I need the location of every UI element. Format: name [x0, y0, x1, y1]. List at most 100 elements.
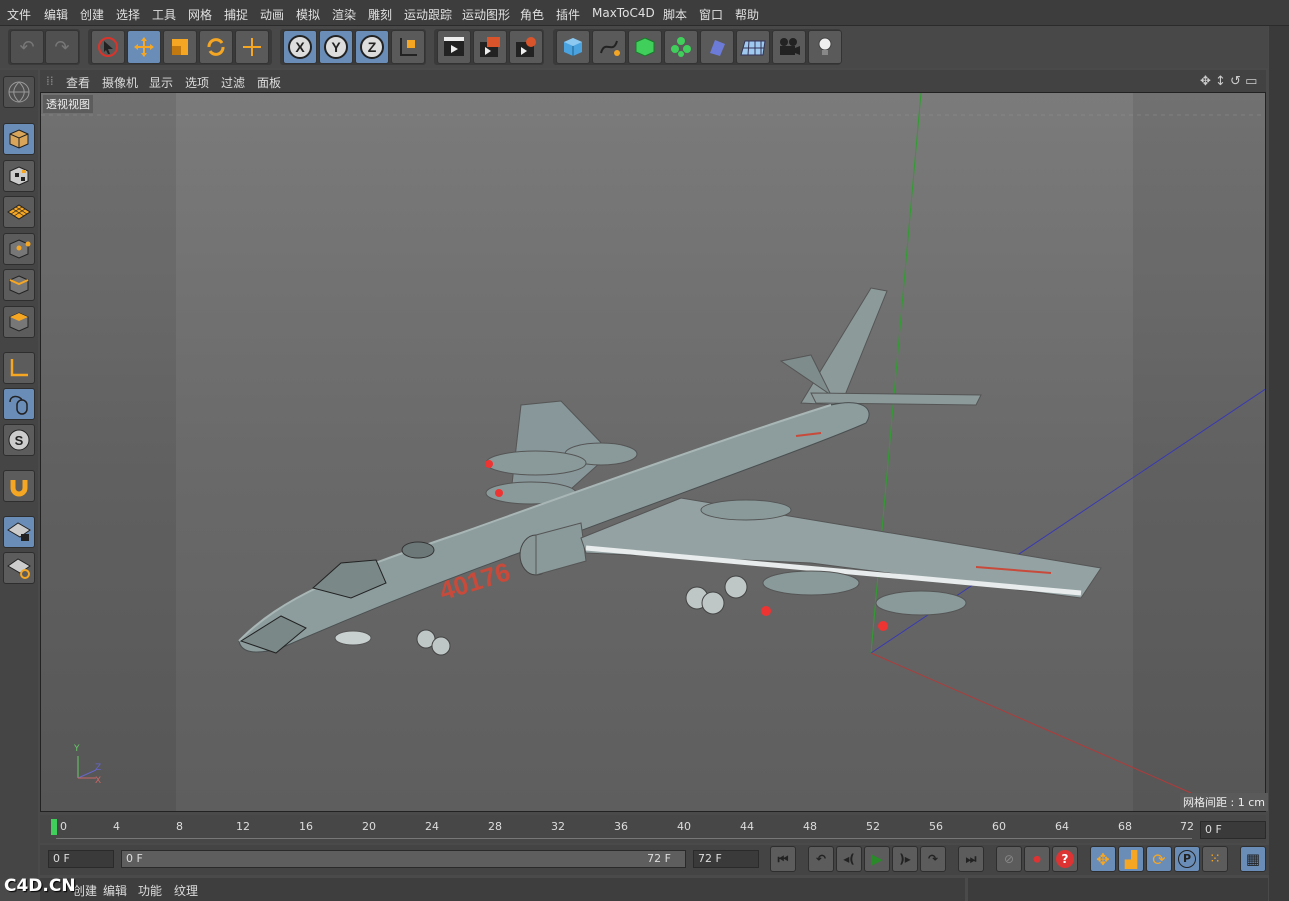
- menu-script[interactable]: 脚本: [663, 6, 687, 23]
- redo-button[interactable]: ↷: [45, 30, 79, 64]
- add-cube-button[interactable]: [556, 30, 590, 64]
- prev-key-icon: ↶: [815, 852, 827, 866]
- make-editable-button[interactable]: [3, 76, 35, 108]
- right-panel-strip[interactable]: [1269, 26, 1289, 901]
- key-scale-button[interactable]: ▟: [1118, 846, 1144, 872]
- menu-sculpt[interactable]: 雕刻: [368, 6, 392, 23]
- points-mode-button[interactable]: [3, 233, 35, 265]
- x-axis-button[interactable]: X: [283, 30, 317, 64]
- menu-edit[interactable]: 编辑: [44, 6, 68, 23]
- menu-mograph[interactable]: 运动图形: [462, 6, 510, 23]
- record-keys-button[interactable]: ⊘: [996, 846, 1022, 872]
- go-to-end-button[interactable]: ⏭: [958, 846, 984, 872]
- lock-workplane-button[interactable]: [3, 516, 35, 548]
- skip-end-icon: ⏭: [965, 851, 977, 866]
- timeline-window-button[interactable]: ▦: [1240, 846, 1266, 872]
- menu-tools[interactable]: 工具: [152, 6, 176, 23]
- viewport-menu-filter[interactable]: 过滤: [221, 74, 245, 91]
- next-key-button[interactable]: ↷: [920, 846, 946, 872]
- rotate-tool-button[interactable]: [199, 30, 233, 64]
- material-menu-edit[interactable]: 编辑: [103, 882, 127, 899]
- menu-select[interactable]: 选择: [116, 6, 140, 23]
- polygons-mode-button[interactable]: [3, 306, 35, 338]
- redo-icon: ↷: [54, 36, 70, 58]
- material-menu-function[interactable]: 功能: [138, 882, 162, 899]
- menu-character[interactable]: 角色: [520, 6, 544, 23]
- select-tool-button[interactable]: [91, 30, 125, 64]
- add-mograph-button[interactable]: [664, 30, 698, 64]
- menu-create[interactable]: 创建: [80, 6, 104, 23]
- add-generator-button[interactable]: [628, 30, 662, 64]
- add-camera-button[interactable]: [772, 30, 806, 64]
- menu-snap[interactable]: 捕捉: [224, 6, 248, 23]
- undo-button[interactable]: ↶: [10, 30, 44, 64]
- next-frame-button[interactable]: )▸: [892, 846, 918, 872]
- scale-tool-button[interactable]: [163, 30, 197, 64]
- y-axis-button[interactable]: Y: [319, 30, 353, 64]
- perspective-viewport[interactable]: 40176: [40, 92, 1266, 812]
- viewport-menu-panel[interactable]: 面板: [257, 74, 281, 91]
- preview-end-field[interactable]: 72 F: [693, 850, 759, 868]
- autokey-button[interactable]: ⏺: [1024, 846, 1050, 872]
- viewport-menu-grip-icon[interactable]: ⁞⁞: [46, 74, 54, 88]
- snap-button[interactable]: [3, 470, 35, 502]
- material-menu-create[interactable]: 创建: [73, 882, 97, 899]
- align-workplane-button[interactable]: [3, 552, 35, 584]
- preview-range-slider[interactable]: 0 F 72 F: [121, 850, 686, 868]
- viewport-menu-options[interactable]: 选项: [185, 74, 209, 91]
- render-settings-button[interactable]: [509, 30, 543, 64]
- current-frame-field[interactable]: 0 F: [1200, 821, 1266, 839]
- tweak-mode-button[interactable]: [3, 388, 35, 420]
- add-light-button[interactable]: [808, 30, 842, 64]
- menu-simulate[interactable]: 模拟: [296, 6, 320, 23]
- menu-animate[interactable]: 动画: [260, 6, 284, 23]
- key-parameter-button[interactable]: P: [1174, 846, 1200, 872]
- menu-render[interactable]: 渲染: [332, 6, 356, 23]
- menu-motion-tracking[interactable]: 运动跟踪: [404, 6, 452, 23]
- polygons-cube-icon: [9, 312, 29, 332]
- move-tool-button[interactable]: [127, 30, 161, 64]
- add-deformer-button[interactable]: [700, 30, 734, 64]
- rotate-key-icon: ⟳: [1152, 849, 1166, 869]
- coordinate-system-button[interactable]: [391, 30, 425, 64]
- render-view-button[interactable]: [437, 30, 471, 64]
- viewport-menu-cameras[interactable]: 摄像机: [102, 74, 138, 91]
- workplane-mode-button[interactable]: [3, 196, 35, 228]
- live-selection-button[interactable]: [235, 30, 269, 64]
- solo-button[interactable]: S: [3, 424, 35, 456]
- play-button[interactable]: ▶: [864, 846, 890, 872]
- menu-plugins[interactable]: 插件: [556, 6, 580, 23]
- viewport-menu-view[interactable]: 查看: [66, 74, 90, 91]
- texture-mode-button[interactable]: [3, 160, 35, 192]
- material-menu-texture[interactable]: 纹理: [174, 882, 198, 899]
- previous-frame-button[interactable]: ◂(: [836, 846, 862, 872]
- edges-mode-button[interactable]: [3, 269, 35, 301]
- menu-file[interactable]: 文件: [7, 6, 31, 23]
- key-position-button[interactable]: ✥: [1090, 846, 1116, 872]
- viewport-nav-icons[interactable]: ✥ ↕ ↺ ▭: [1200, 74, 1257, 89]
- autokey-record-icon: ⏺: [1033, 850, 1041, 868]
- workplane-icon: [7, 204, 31, 220]
- keyframe-selection-button[interactable]: ?: [1052, 846, 1078, 872]
- render-picture-viewer-button[interactable]: [473, 30, 507, 64]
- axis-mode-button[interactable]: [3, 352, 35, 384]
- add-scene-button[interactable]: [736, 30, 770, 64]
- z-axis-button[interactable]: Z: [355, 30, 389, 64]
- key-pla-button[interactable]: ⁙: [1202, 846, 1228, 872]
- model-mode-button[interactable]: [3, 123, 35, 155]
- menu-help[interactable]: 帮助: [735, 6, 759, 23]
- timeline-tick: 56: [929, 820, 943, 833]
- range-end-label: 72 F: [647, 852, 671, 865]
- viewport-menu-display[interactable]: 显示: [149, 74, 173, 91]
- key-rotation-button[interactable]: ⟳: [1146, 846, 1172, 872]
- menu-maxtoc4d[interactable]: MaxToC4D: [592, 6, 655, 20]
- previous-key-button[interactable]: ↶: [808, 846, 834, 872]
- playhead-marker[interactable]: [51, 819, 57, 835]
- cursor-icon: [98, 37, 118, 57]
- add-spline-button[interactable]: [592, 30, 626, 64]
- menu-mesh[interactable]: 网格: [188, 6, 212, 23]
- menu-window[interactable]: 窗口: [699, 6, 723, 23]
- go-to-start-button[interactable]: ⏮: [770, 846, 796, 872]
- preview-start-field[interactable]: 0 F: [48, 850, 114, 868]
- skip-start-icon: ⏮: [777, 851, 789, 866]
